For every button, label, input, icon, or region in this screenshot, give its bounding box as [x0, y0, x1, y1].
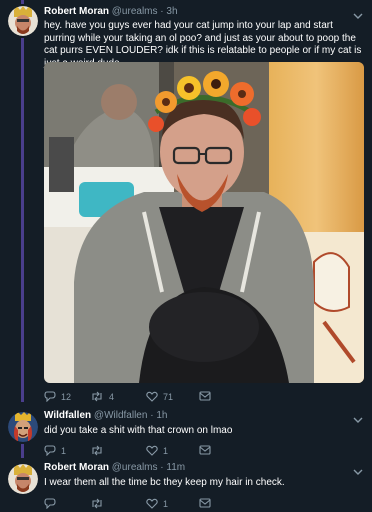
message-icon [199, 445, 211, 455]
avatar[interactable] [8, 464, 38, 494]
message-icon [199, 498, 211, 508]
chevron-down-icon[interactable] [352, 412, 364, 423]
reply-icon [44, 445, 56, 456]
retweet-button[interactable] [90, 445, 109, 456]
like-count: 1 [163, 498, 169, 509]
thread-line [21, 38, 24, 402]
chevron-down-icon[interactable] [352, 8, 364, 19]
tweet-actions: 12 4 71 [44, 391, 244, 405]
message-icon [199, 391, 211, 401]
reply-button[interactable]: 12 [44, 391, 71, 402]
like-icon [146, 391, 158, 402]
user-handle[interactable]: @Wildfallen [94, 410, 148, 421]
tweet-header: Wildfallen @Wildfallen · 1h [44, 410, 167, 421]
tweet-photo[interactable] [44, 62, 364, 383]
tweet-header: Robert Moran @urealms · 11m [44, 462, 185, 473]
reply-count: 1 [61, 445, 67, 456]
retweet-icon [92, 498, 102, 509]
timestamp[interactable]: · 11m [160, 462, 185, 473]
like-button[interactable]: 1 [146, 445, 168, 456]
like-icon [146, 445, 158, 456]
reply-button[interactable] [44, 498, 61, 509]
avatar[interactable] [8, 6, 38, 36]
like-button[interactable]: 1 [146, 498, 168, 509]
display-name[interactable]: Robert Moran [44, 462, 109, 473]
display-name[interactable]: Wildfallen [44, 410, 91, 421]
message-button[interactable] [199, 445, 211, 455]
retweet-count: 4 [109, 391, 115, 402]
tweet-actions: 1 1 [44, 445, 244, 459]
thread-line [21, 444, 24, 458]
user-handle[interactable]: @urealms [112, 462, 158, 473]
reply-button[interactable]: 1 [44, 445, 66, 456]
retweet-button[interactable] [90, 498, 109, 509]
tweet-text: I wear them all the time bc they keep my… [44, 477, 285, 488]
avatar[interactable] [8, 412, 38, 442]
retweet-icon [92, 391, 102, 402]
message-button[interactable] [199, 498, 211, 508]
reply-icon [44, 391, 56, 402]
display-name[interactable]: Robert Moran [44, 6, 109, 17]
timestamp[interactable]: · 3h [160, 6, 177, 17]
message-button[interactable] [199, 391, 211, 401]
like-count: 1 [163, 445, 169, 456]
retweet-button[interactable]: 4 [90, 391, 114, 402]
reply-count: 12 [61, 391, 72, 402]
tweet-text: did you take a shit with that crown on l… [44, 425, 233, 436]
tweet-actions: 1 [44, 498, 244, 512]
chevron-down-icon[interactable] [352, 464, 364, 475]
timestamp[interactable]: · 1h [150, 410, 167, 421]
tweet-header: Robert Moran @urealms · 3h [44, 6, 178, 17]
thread-line [21, 0, 24, 4]
retweet-icon [92, 445, 102, 456]
user-handle[interactable]: @urealms [112, 6, 158, 17]
reply-icon [44, 498, 56, 509]
like-button[interactable]: 71 [146, 391, 173, 402]
like-count: 71 [163, 391, 174, 402]
like-icon [146, 498, 158, 509]
